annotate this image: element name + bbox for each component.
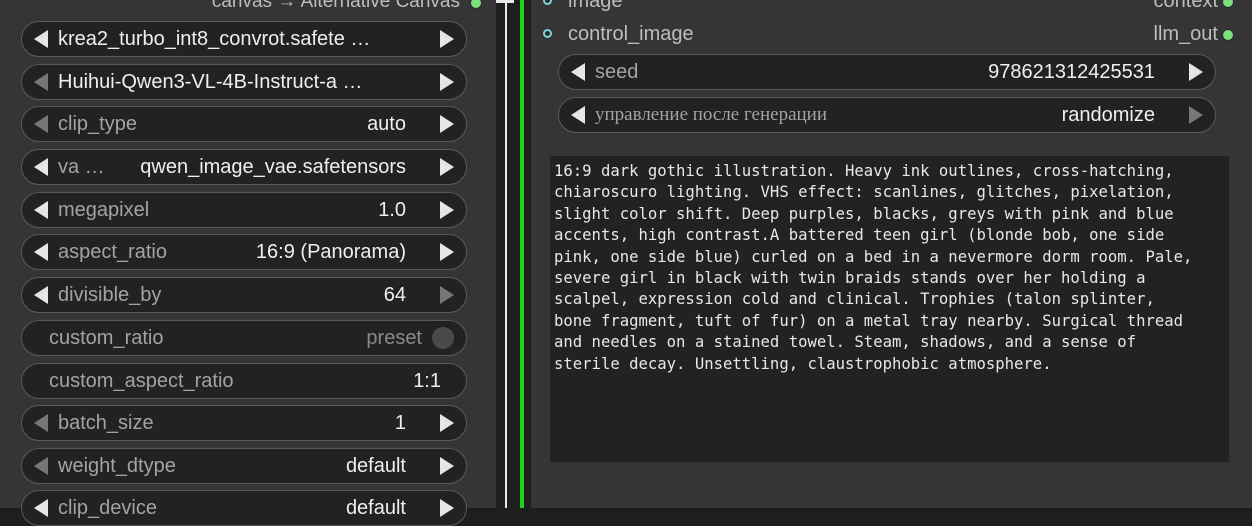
arrow-right-icon[interactable]: [1189, 106, 1203, 124]
widget-label: clip_device: [58, 497, 157, 519]
arrow-right-icon[interactable]: [1189, 63, 1203, 81]
widget-label: custom_aspect_ratio: [49, 370, 234, 392]
clip-name-combo[interactable]: Huihui-Qwen3-VL-4B-Instruct-a …: [21, 64, 467, 100]
arrow-right-icon[interactable]: [440, 73, 454, 91]
arrow-right-icon[interactable]: [440, 115, 454, 133]
widget-value: auto: [367, 113, 406, 135]
arrow-right-icon[interactable]: [440, 30, 454, 48]
arrow-right-icon[interactable]: [440, 414, 454, 432]
output-slot-canvas[interactable]: canvas → Alternative Canvas: [211, 0, 482, 14]
widget-value: qwen_image_vae.safetensors: [140, 156, 406, 178]
widget-value: 1.0: [378, 199, 406, 221]
widget-label: clip_type: [58, 113, 137, 135]
widget-value: 978621312425531: [988, 61, 1155, 83]
seed-number[interactable]: seed 978621312425531: [558, 54, 1216, 90]
arrow-left-icon[interactable]: [34, 73, 48, 91]
model-name-combo[interactable]: krea2_turbo_int8_convrot.safete …: [21, 21, 467, 57]
widget-value: 1:1: [413, 370, 441, 392]
control-after-generate-combo[interactable]: управление после генерации randomize: [558, 97, 1216, 133]
link-connector: [496, 0, 514, 3]
arrow-right-icon[interactable]: [440, 499, 454, 517]
output-dot-icon[interactable]: [1222, 0, 1234, 8]
widget-label: divisible_by: [58, 284, 162, 306]
arrow-right-icon[interactable]: [440, 457, 454, 475]
aspect-ratio-combo[interactable]: aspect_ratio 16:9 (Panorama): [21, 234, 467, 270]
widget-label: weight_dtype: [58, 455, 176, 477]
arrow-left-icon[interactable]: [34, 457, 48, 475]
arrow-left-icon[interactable]: [34, 115, 48, 133]
input-slot-control-image[interactable]: control_image: [543, 21, 694, 47]
widget-value: 64: [383, 284, 406, 306]
output-slot-llm-out[interactable]: llm_out: [1154, 21, 1218, 47]
megapixel-number[interactable]: megapixel 1.0: [21, 192, 467, 228]
input-slot-label: image: [568, 0, 623, 12]
output-slot-label: llm_out: [1153, 23, 1218, 45]
left-node-panel: canvas → Alternative Canvas krea2_turbo_…: [0, 0, 496, 526]
arrow-right-icon[interactable]: [440, 158, 454, 176]
custom-aspect-ratio-field[interactable]: custom_aspect_ratio 1:1: [21, 363, 467, 399]
input-dot-icon[interactable]: [543, 29, 552, 38]
arrow-left-icon[interactable]: [571, 63, 585, 81]
vae-name-combo[interactable]: va … qwen_image_vae.safetensors: [21, 149, 467, 185]
right-node-panel: image control_image context llm_out seed…: [531, 0, 1252, 508]
output-dot-icon[interactable]: [1222, 29, 1234, 41]
widget-value: randomize: [1061, 104, 1155, 126]
white-link-line[interactable]: [505, 0, 507, 508]
custom-ratio-toggle[interactable]: custom_ratio preset: [21, 320, 467, 356]
arrow-right-icon[interactable]: [440, 201, 454, 219]
widget-label: управление после генерации: [595, 104, 828, 125]
link-area: [496, 0, 530, 508]
input-dot-icon[interactable]: [543, 0, 552, 5]
batch-size-number[interactable]: batch_size 1: [21, 405, 467, 441]
input-slot-label: control_image: [568, 23, 694, 45]
arrow-right-icon[interactable]: [440, 243, 454, 261]
toggle-knob-icon[interactable]: [432, 327, 454, 349]
arrow-left-icon[interactable]: [34, 201, 48, 219]
prompt-textarea[interactable]: 16:9 dark gothic illustration. Heavy ink…: [550, 156, 1229, 462]
divisible-by-number[interactable]: divisible_by 64: [21, 277, 467, 313]
input-slot-image[interactable]: image: [543, 0, 622, 14]
output-slot-label: context: [1153, 0, 1218, 12]
widget-value: 16:9 (Panorama): [255, 241, 406, 263]
output-slot-context[interactable]: context: [1154, 0, 1218, 14]
widget-value: default: [345, 455, 406, 477]
widget-value: default: [345, 497, 406, 519]
weight-dtype-combo[interactable]: weight_dtype default: [21, 448, 467, 484]
widget-value: Huihui-Qwen3-VL-4B-Instruct-a …: [58, 71, 363, 93]
widget-label: batch_size: [58, 412, 154, 434]
widget-value: 1: [394, 412, 406, 434]
green-link-line[interactable]: [520, 0, 524, 508]
widget-label: va …: [58, 156, 105, 178]
arrow-left-icon[interactable]: [34, 414, 48, 432]
clip-device-combo[interactable]: clip_device default: [21, 490, 467, 526]
arrow-left-icon[interactable]: [34, 499, 48, 517]
output-dot-icon[interactable]: [470, 0, 482, 9]
widget-value: preset: [366, 327, 422, 349]
widget-value: krea2_turbo_int8_convrot.safete …: [58, 28, 371, 50]
arrow-left-icon[interactable]: [34, 243, 48, 261]
widget-label: custom_ratio: [49, 327, 164, 349]
arrow-left-icon[interactable]: [34, 30, 48, 48]
arrow-left-icon[interactable]: [571, 106, 585, 124]
arrow-left-icon[interactable]: [34, 158, 48, 176]
output-slot-label: canvas → Alternative Canvas: [211, 0, 460, 12]
arrow-left-icon[interactable]: [34, 286, 48, 304]
arrow-right-icon[interactable]: [440, 286, 454, 304]
widget-label: seed: [595, 61, 639, 83]
clip-type-combo[interactable]: clip_type auto: [21, 106, 467, 142]
widget-label: megapixel: [58, 199, 150, 221]
widget-label: aspect_ratio: [58, 241, 167, 263]
